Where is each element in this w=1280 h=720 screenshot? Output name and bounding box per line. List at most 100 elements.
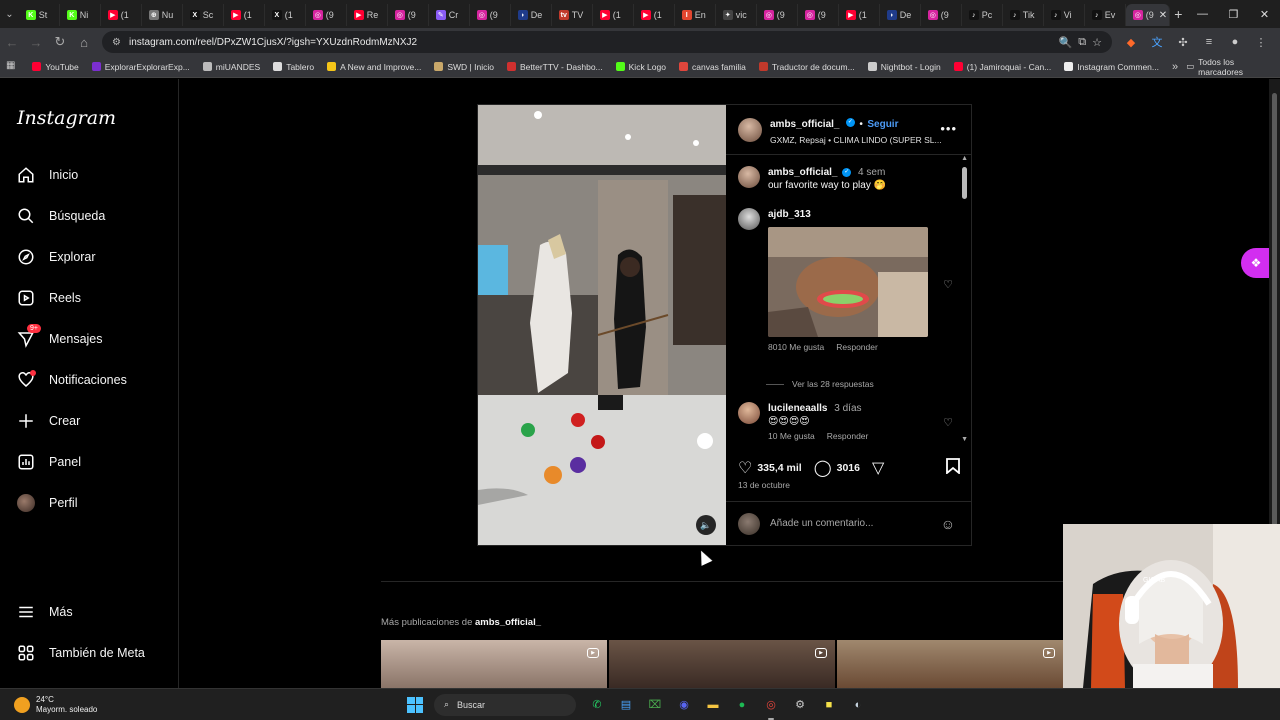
post-thumbnail[interactable]: ▶ <box>609 640 835 688</box>
browser-tab[interactable]: ♪ Pc <box>962 4 1003 26</box>
share-button[interactable]: ▽ <box>872 458 884 478</box>
menu-icon[interactable]: ⋮ <box>1250 31 1272 53</box>
bookmark-item[interactable]: (1) Jamiroquai - Can... <box>953 62 1051 72</box>
file-explorer-icon[interactable]: ▬ <box>702 694 724 716</box>
reply-button[interactable]: Responder <box>836 342 878 352</box>
nav-more[interactable]: Más <box>17 600 73 624</box>
avatar[interactable] <box>738 166 760 188</box>
media-icon[interactable]: ≡ <box>1198 31 1220 53</box>
steam-icon[interactable]: ◐ <box>847 694 869 716</box>
settings-icon[interactable]: ⚙ <box>789 694 811 716</box>
bookmark-item[interactable]: Kick Logo <box>615 62 666 72</box>
windows-start-icon[interactable] <box>404 694 426 716</box>
browser-tab[interactable]: ▶ (1 <box>593 4 634 26</box>
extensions-icon[interactable]: ✣ <box>1172 31 1194 53</box>
browser-tab[interactable]: X Sc <box>183 4 224 26</box>
nav-search[interactable]: Búsqueda <box>17 204 105 228</box>
close-window-icon[interactable]: ✕ <box>1249 0 1280 28</box>
home-icon[interactable]: ⌂ <box>72 30 96 54</box>
bookmark-item[interactable]: Instagram Commen... <box>1064 62 1159 72</box>
bookmark-item[interactable]: Nightbot - Login <box>867 62 941 72</box>
nav-reels[interactable]: Reels <box>17 286 81 310</box>
comment-likes[interactable]: 8010 Me gusta <box>768 342 824 352</box>
browser-tab[interactable]: ◎ (9 <box>757 4 798 26</box>
comment-input[interactable] <box>770 518 930 529</box>
bookmark-item[interactable]: BetterTTV - Dashbo... <box>506 62 603 72</box>
scroll-up-icon[interactable]: ▲ <box>961 155 968 162</box>
url-input[interactable]: ⚙ instagram.com/reel/DPxZW1CjusX/?igsh=Y… <box>102 31 1112 53</box>
browser-tab[interactable]: X (1 <box>265 4 306 26</box>
bookmark-item[interactable]: YouTube <box>32 62 79 72</box>
reel-video[interactable]: 🔈 <box>478 105 726 545</box>
spotify-icon[interactable]: ● <box>731 694 753 716</box>
bookmark-item[interactable]: Traductor de docum... <box>758 62 855 72</box>
browser-tab[interactable]: K St <box>19 4 60 26</box>
nav-dashboard[interactable]: Panel <box>17 450 81 474</box>
emoji-icon[interactable]: ☺ <box>941 516 955 532</box>
close-tab-icon[interactable]: ✕ <box>1159 10 1167 21</box>
bookmarks-more-icon[interactable]: » <box>1172 61 1178 73</box>
nav-home[interactable]: Inicio <box>17 163 78 187</box>
forward-icon[interactable]: → <box>24 30 48 54</box>
maximize-icon[interactable]: ❐ <box>1218 0 1249 28</box>
browser-tab[interactable]: ▶ (1 <box>224 4 265 26</box>
more-options-icon[interactable]: ••• <box>940 121 957 136</box>
back-icon[interactable]: ← <box>0 30 24 54</box>
browser-tab[interactable]: I En <box>675 4 716 26</box>
browser-tab[interactable]: ▶ (1 <box>101 4 142 26</box>
browser-tab[interactable]: ◎ (9 <box>306 4 347 26</box>
nav-create[interactable]: Crear <box>17 409 80 433</box>
weather-widget[interactable]: 24°C Mayorm. soleado <box>14 695 404 715</box>
comment-username[interactable]: lucileneaalls <box>768 403 827 414</box>
bookmark-item[interactable]: ExplorarExplorarExp... <box>91 62 190 72</box>
browser-tab[interactable]: ✦ vic <box>716 4 757 26</box>
sticky-notes-icon[interactable]: ■ <box>818 694 840 716</box>
all-bookmarks[interactable]: ▭ Todos los marcadores <box>1186 57 1270 77</box>
browser-tab[interactable]: ♪ Vi <box>1044 4 1085 26</box>
author-username[interactable]: ambs_official_ <box>770 119 839 130</box>
instagram-logo[interactable]: Instagram <box>17 107 116 129</box>
like-comment-heart-icon[interactable]: ♡ <box>943 416 953 429</box>
post-thumbnail[interactable]: ▶ <box>381 640 607 688</box>
browser-tab[interactable]: ◎ (9 ✕ <box>1125 4 1170 26</box>
browser-tab[interactable]: ♪ Tik <box>1003 4 1044 26</box>
comments-scroll-thumb[interactable] <box>962 167 967 199</box>
browser-tab[interactable]: ◎ (9 <box>921 4 962 26</box>
avatar[interactable] <box>738 208 760 230</box>
caption-username[interactable]: ambs_official_ <box>768 167 837 178</box>
browser-tab[interactable]: ◗ De <box>511 4 552 26</box>
like-comment-heart-icon[interactable]: ♡ <box>943 278 953 291</box>
new-tab-button[interactable]: + <box>1170 6 1187 22</box>
bookmark-item[interactable]: canvas familia <box>678 62 746 72</box>
view-replies-button[interactable]: Ver las 28 respuestas <box>766 379 874 389</box>
like-button[interactable]: ♡ 335,4 mil <box>738 458 802 478</box>
browser-tab[interactable]: ⊕ Nu <box>142 4 183 26</box>
extension-translate-icon[interactable]: 文 <box>1146 31 1168 53</box>
nav-explore[interactable]: Explorar <box>17 245 96 269</box>
follow-button[interactable]: Seguir <box>867 119 898 130</box>
scroll-down-icon[interactable]: ▼ <box>961 436 968 443</box>
bookmark-item[interactable]: miUANDES <box>202 62 260 72</box>
browser-tab[interactable]: ◗ De <box>880 4 921 26</box>
browser-tab[interactable]: ♪ Ev <box>1085 4 1126 26</box>
discord-icon[interactable]: ◉ <box>673 694 695 716</box>
whatsapp-icon[interactable]: ✆ <box>586 694 608 716</box>
more-posts-username[interactable]: ambs_official_ <box>475 617 541 628</box>
browser-tab[interactable]: ◎ (9 <box>470 4 511 26</box>
bookmark-item[interactable]: Tablero <box>273 62 314 72</box>
nav-notifications[interactable]: Notificaciones <box>17 368 127 392</box>
browser-tab[interactable]: ◎ (9 <box>798 4 839 26</box>
terminal-icon[interactable]: ⌧ <box>644 694 666 716</box>
reload-icon[interactable]: ↻ <box>48 30 72 54</box>
bookmark-item[interactable]: SWD | Inicio <box>434 62 494 72</box>
browser-tab[interactable]: ▶ Re <box>347 4 388 26</box>
floating-extension-icon[interactable]: ❖ <box>1241 248 1271 278</box>
tab-search-icon[interactable]: ⌄ <box>0 0 19 28</box>
apps-icon[interactable]: ▦ <box>6 60 18 74</box>
nav-profile[interactable]: Perfil <box>17 491 77 515</box>
minimize-icon[interactable]: — <box>1187 0 1218 28</box>
nav-also-from-meta[interactable]: También de Meta <box>17 641 145 665</box>
comment-username[interactable]: ajdb_313 <box>768 209 811 220</box>
comments-scrollbar[interactable] <box>961 157 969 447</box>
bookmark-item[interactable]: A New and Improve... <box>327 62 421 72</box>
